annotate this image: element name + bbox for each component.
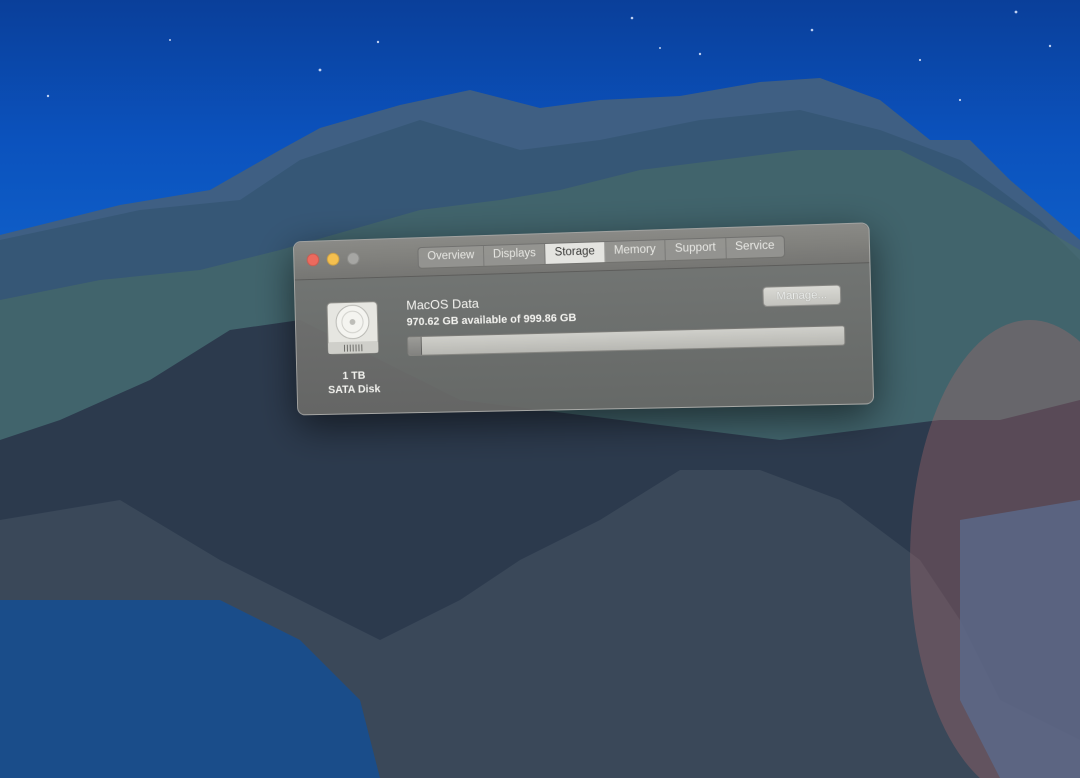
tab-bar: Overview Displays Storage Memory Support… (417, 235, 785, 269)
volume-name: MacOS Data (406, 296, 479, 313)
about-this-mac-window: Overview Displays Storage Memory Support… (293, 222, 874, 415)
close-button[interactable] (307, 253, 320, 266)
tab-displays[interactable]: Displays (484, 244, 546, 266)
tab-support[interactable]: Support (666, 238, 727, 260)
zoom-button[interactable] (347, 252, 360, 265)
storage-pane: 1 TB SATA Disk MacOS Data 970.62 GB avai… (295, 263, 873, 414)
storage-usage-bar (407, 325, 846, 356)
available-space: 970.62 GB available of 999.86 GB (407, 312, 577, 328)
disk-type: SATA Disk (315, 382, 394, 397)
tab-storage[interactable]: Storage (546, 242, 606, 264)
hard-drive-icon (324, 300, 381, 358)
disk-caption: 1 TB SATA Disk (314, 368, 394, 397)
storage-usage-fill (408, 337, 422, 355)
manage-button[interactable]: Manage... (762, 284, 841, 307)
minimize-button[interactable] (327, 253, 340, 266)
tab-service[interactable]: Service (726, 236, 784, 258)
tab-memory[interactable]: Memory (605, 240, 666, 262)
tab-overview[interactable]: Overview (418, 246, 484, 268)
